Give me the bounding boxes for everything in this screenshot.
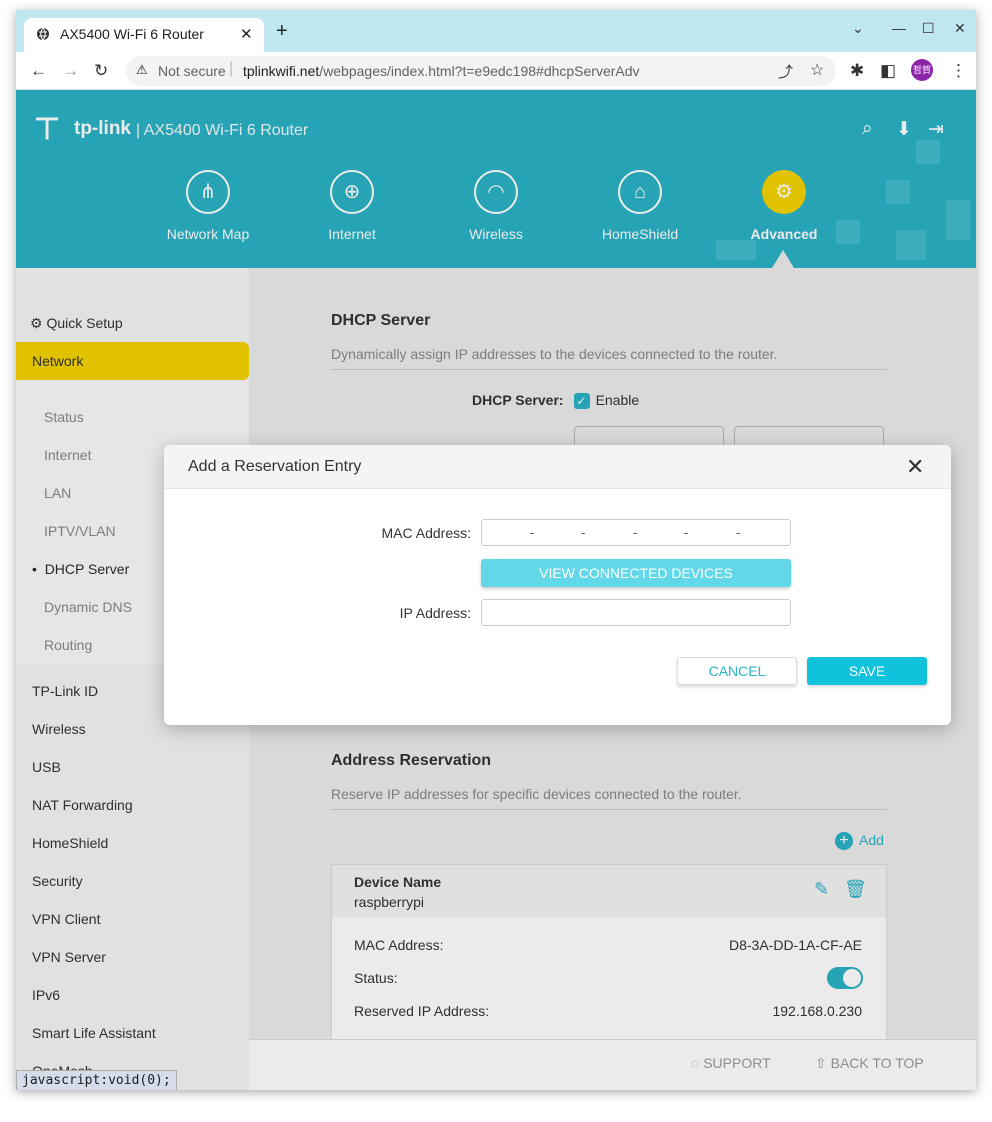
- mac-separator: -: [633, 525, 638, 540]
- tab-search-icon[interactable]: ⌄: [852, 20, 864, 37]
- mac-separator: -: [684, 525, 689, 540]
- browser-toolbar: ← → ↻ ⚠ Not secure | tplinkwifi.net/webp…: [16, 52, 976, 90]
- share-icon[interactable]: ⤴: [778, 61, 793, 82]
- mac-address-input[interactable]: - - - - -: [481, 519, 791, 546]
- dialog-header: Add a Reservation Entry ✕: [164, 445, 951, 489]
- globe-icon: [36, 27, 50, 44]
- tab-close-icon[interactable]: ✕: [240, 25, 253, 43]
- reload-icon[interactable]: ↻: [94, 61, 108, 81]
- view-connected-devices-button[interactable]: VIEW CONNECTED DEVICES: [481, 559, 791, 587]
- maximize-button[interactable]: ☐: [922, 20, 935, 37]
- new-tab-button[interactable]: +: [276, 20, 288, 43]
- url-text: tplinkwifi.net/webpages/index.html?t=e9e…: [243, 63, 640, 79]
- mac-address-label: MAC Address:: [381, 525, 471, 541]
- router-page: ⊤ tp-link | AX5400 Wi-Fi 6 Router ⌕ ⬇ ⇥ …: [16, 90, 976, 1090]
- not-secure-label: Not secure: [158, 63, 226, 79]
- separator: |: [229, 60, 234, 77]
- mac-separator: -: [530, 525, 535, 540]
- url-host: tplinkwifi.net: [243, 63, 320, 79]
- dialog-title: Add a Reservation Entry: [188, 458, 362, 475]
- avatar[interactable]: 哲賀: [911, 59, 933, 81]
- ip-address-input[interactable]: [481, 599, 791, 626]
- tab-strip: AX5400 Wi-Fi 6 Router ✕ + ⌄ — ☐ ✕: [16, 10, 976, 52]
- address-bar[interactable]: ⚠ Not secure | tplinkwifi.net/webpages/i…: [126, 56, 836, 86]
- forward-icon[interactable]: →: [62, 61, 79, 81]
- tab-title: AX5400 Wi-Fi 6 Router: [60, 26, 204, 42]
- minimize-button[interactable]: —: [892, 20, 906, 36]
- close-icon[interactable]: ✕: [906, 454, 924, 480]
- url-path: /webpages/index.html?t=e9edc198#dhcpServ…: [319, 63, 640, 79]
- browser-tab[interactable]: AX5400 Wi-Fi 6 Router ✕: [24, 18, 264, 52]
- extensions-icon[interactable]: ✱: [850, 61, 864, 81]
- back-icon[interactable]: ←: [30, 61, 47, 81]
- ip-address-label: IP Address:: [399, 605, 471, 621]
- mac-separator: -: [581, 525, 586, 540]
- save-button[interactable]: SAVE: [807, 657, 927, 685]
- mac-separator: -: [736, 525, 741, 540]
- star-icon[interactable]: ☆: [810, 60, 824, 80]
- browser-window: AX5400 Wi-Fi 6 Router ✕ + ⌄ — ☐ ✕ ← → ↻ …: [16, 10, 976, 1090]
- warning-icon: ⚠: [136, 62, 148, 77]
- window-close-button[interactable]: ✕: [954, 20, 966, 37]
- cancel-button[interactable]: CANCEL: [677, 657, 797, 685]
- side-panel-icon[interactable]: ◧: [880, 61, 896, 81]
- add-reservation-dialog: Add a Reservation Entry ✕ MAC Address: -…: [164, 445, 951, 725]
- menu-icon[interactable]: ⋮: [950, 61, 967, 81]
